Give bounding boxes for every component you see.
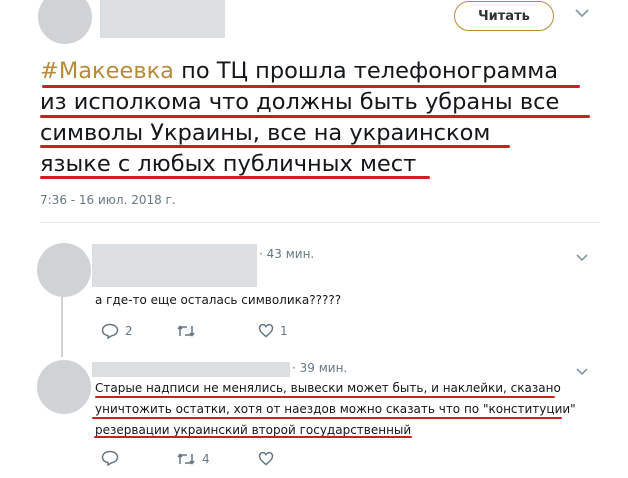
reply-2-avatar[interactable] <box>37 360 91 414</box>
reply-2-retweet-action[interactable]: 4 <box>176 452 210 466</box>
tweet-line-2: из исполкома что должны быть убраны все <box>40 89 560 115</box>
underline-3 <box>40 145 510 148</box>
underline-1 <box>42 85 580 88</box>
underline-6 <box>92 417 562 419</box>
reply-2-time[interactable]: · 39 мин. <box>292 361 347 375</box>
reply-2-reply-action[interactable] <box>101 450 119 466</box>
avatar[interactable] <box>38 0 92 44</box>
retweet-icon <box>176 324 196 338</box>
reply-2-like-action[interactable] <box>258 451 274 466</box>
user-name-blurred[interactable] <box>100 0 225 38</box>
tweet-text: #Макеевка по ТЦ прошла телефонограмма из… <box>40 56 600 180</box>
reply-2-name-blurred[interactable] <box>92 362 290 377</box>
reply-icon <box>101 323 119 339</box>
chevron-down-icon[interactable] <box>575 6 589 22</box>
reply-1-retweet-action[interactable] <box>176 324 196 338</box>
reply-1-name-blurred[interactable] <box>92 244 257 287</box>
chevron-down-icon[interactable] <box>576 364 588 380</box>
follow-button[interactable]: Читать <box>454 1 554 31</box>
reply-1-avatar[interactable] <box>37 243 91 297</box>
reply-icon <box>101 450 119 466</box>
like-icon <box>258 323 274 338</box>
reply-1-like-action[interactable]: 1 <box>258 323 288 338</box>
reply-1-text: а где-то еще осталась символика????? <box>95 293 342 307</box>
reply-1-reply-count: 2 <box>125 324 133 338</box>
reply-1-reply-action[interactable]: 2 <box>101 323 133 339</box>
tweet-line-1-text: по ТЦ прошла телефонограмма <box>173 58 559 84</box>
tweet-timestamp[interactable]: 7:36 - 16 июл. 2018 г. <box>40 193 176 207</box>
chevron-down-icon[interactable] <box>576 250 588 266</box>
reply-1-like-count: 1 <box>280 323 288 338</box>
underline-5 <box>95 396 555 398</box>
tweet-line-1: #Макеевка по ТЦ прошла телефонограмма <box>40 56 600 87</box>
like-icon <box>258 451 274 466</box>
reply-1-time[interactable]: · 43 мин. <box>259 247 314 261</box>
hashtag-link[interactable]: #Макеевка <box>40 58 174 84</box>
underline-7 <box>94 436 412 438</box>
reply-2-retweet-count: 4 <box>202 452 210 466</box>
reply-2-text: Старые надписи не менялись, вывески може… <box>95 378 576 441</box>
divider <box>40 222 600 223</box>
underline-4 <box>40 176 430 179</box>
retweet-icon <box>176 452 196 466</box>
thread-line <box>61 287 63 357</box>
underline-2 <box>40 115 590 118</box>
